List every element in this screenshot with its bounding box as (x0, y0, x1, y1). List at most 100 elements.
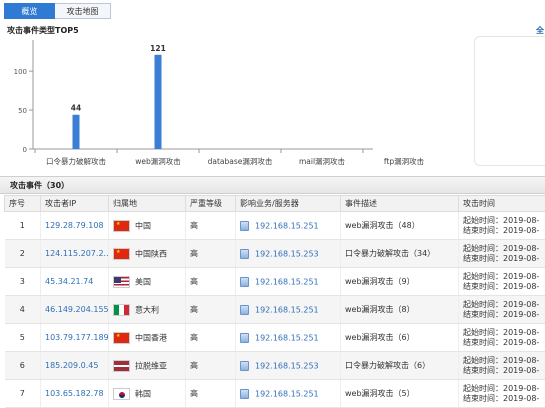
time-cell: 起始时间：2019-08-结束时间：2019-08- (459, 212, 545, 240)
country-flag-icon: ★ (113, 332, 130, 344)
time-cell: 起始时间：2019-08-结束时间：2019-08- (459, 268, 545, 296)
server-link[interactable]: 192.168.15.251 (255, 277, 319, 286)
row-index: 6 (5, 352, 41, 380)
right-panel-link[interactable]: 全 (536, 25, 544, 36)
server-link[interactable]: 192.168.15.251 (255, 305, 319, 314)
severity-cell: 高 (186, 240, 236, 268)
start-time: 起始时间：2019-08- (463, 384, 545, 394)
severity-cell: 高 (186, 380, 236, 408)
severity-cell: 高 (186, 212, 236, 240)
attacker-ip-link[interactable]: 45.34.21.74 (45, 277, 93, 286)
server-icon (240, 305, 249, 315)
attacker-ip-cell: 129.28.79.108 (41, 212, 109, 240)
col-header-index[interactable]: 序号 (5, 196, 41, 212)
x-tick-label: ftp漏洞攻击 (384, 156, 425, 166)
tab-overview[interactable]: 概览 (4, 3, 55, 19)
region-cell: ★中国香港 (109, 324, 186, 352)
time-cell: 起始时间：2019-08-结束时间：2019-08- (459, 380, 545, 408)
attacker-ip-link[interactable]: 129.28.79.108 (45, 221, 104, 230)
attacker-ip-link[interactable]: 103.65.182.78 (45, 389, 104, 398)
col-header-ip[interactable]: 攻击者IP (41, 196, 109, 212)
region-cell: 拉脱维亚 (109, 352, 186, 380)
country-flag-icon (113, 388, 130, 400)
tab-attack-map[interactable]: 攻击地图 (55, 3, 111, 19)
server-link[interactable]: 192.168.15.251 (255, 333, 319, 342)
server-cell: 192.168.15.251 (236, 296, 341, 324)
severity-cell: 高 (186, 268, 236, 296)
server-cell: 192.168.15.251 (236, 212, 341, 240)
region-label: 中国 (135, 221, 151, 230)
server-icon (240, 249, 249, 259)
x-tick-label: database漏洞攻击 (208, 156, 273, 166)
table-header-row: 序号 攻击者IP 归属地 严重等级 影响业务/服务器 事件描述 攻击时间 (5, 196, 545, 212)
bar-value-label: 121 (150, 44, 166, 53)
severity-cell: 高 (186, 324, 236, 352)
attacker-ip-link[interactable]: 124.115.207.2... (45, 249, 109, 258)
region-label: 美国 (135, 277, 151, 286)
events-section-header: 攻击事件（30） (0, 176, 545, 194)
end-time: 结束时间：2019-08- (463, 254, 545, 264)
region-label: 中国陕西 (135, 249, 167, 258)
right-panel (474, 36, 545, 166)
row-index: 5 (5, 324, 41, 352)
attacker-ip-cell: 103.79.177.189 (41, 324, 109, 352)
table-row[interactable]: 7103.65.182.78韩国高192.168.15.251web漏洞攻击（5… (5, 380, 545, 408)
country-flag-icon (113, 360, 130, 372)
y-tick-label: 0 (23, 146, 27, 154)
server-link[interactable]: 192.168.15.251 (255, 389, 319, 398)
region-label: 意大利 (135, 305, 159, 314)
severity-cell: 高 (186, 352, 236, 380)
start-time: 起始时间：2019-08- (463, 216, 545, 226)
y-tick-label: 100 (14, 68, 27, 76)
country-flag-icon (113, 276, 130, 288)
start-time: 起始时间：2019-08- (463, 272, 545, 282)
table-row[interactable]: 5103.79.177.189★中国香港高192.168.15.251web漏洞… (5, 324, 545, 352)
tab-bar: 概览 攻击地图 (0, 0, 545, 20)
col-header-time[interactable]: 攻击时间 (459, 196, 545, 212)
server-icon (240, 389, 249, 399)
server-cell: 192.168.15.251 (236, 268, 341, 296)
server-link[interactable]: 192.168.15.253 (255, 249, 319, 258)
attacker-ip-cell: 185.209.0.45 (41, 352, 109, 380)
server-cell: 192.168.15.253 (236, 352, 341, 380)
x-tick-label: web漏洞攻击 (135, 156, 181, 166)
attacker-ip-cell: 46.149.204.155 (41, 296, 109, 324)
server-cell: 192.168.15.253 (236, 240, 341, 268)
table-row[interactable]: 6185.209.0.45拉脱维亚高192.168.15.253口令暴力破解攻击… (5, 352, 545, 380)
attacker-ip-link[interactable]: 46.149.204.155 (45, 305, 109, 314)
description-cell: 口令暴力破解攻击（34） (341, 240, 459, 268)
col-header-region[interactable]: 归属地 (109, 196, 186, 212)
attacker-ip-link[interactable]: 103.79.177.189 (45, 333, 109, 342)
col-header-description[interactable]: 事件描述 (341, 196, 459, 212)
server-cell: 192.168.15.251 (236, 324, 341, 352)
attacker-ip-cell: 45.34.21.74 (41, 268, 109, 296)
bar-value-label: 44 (71, 104, 81, 113)
time-cell: 起始时间：2019-08-结束时间：2019-08- (459, 324, 545, 352)
description-cell: web漏洞攻击（5） (341, 380, 459, 408)
table-row[interactable]: 446.149.204.155意大利高192.168.15.251web漏洞攻击… (5, 296, 545, 324)
table-row[interactable]: 345.34.21.74美国高192.168.15.251web漏洞攻击（9）起… (5, 268, 545, 296)
row-index: 2 (5, 240, 41, 268)
server-link[interactable]: 192.168.15.251 (255, 221, 319, 230)
start-time: 起始时间：2019-08- (463, 328, 545, 338)
row-index: 1 (5, 212, 41, 240)
col-header-severity[interactable]: 严重等级 (186, 196, 236, 212)
start-time: 起始时间：2019-08- (463, 356, 545, 366)
col-header-server[interactable]: 影响业务/服务器 (236, 196, 341, 212)
table-row[interactable]: 1 129.28.79.108 ★ 中国 高 192.168.15.251 web漏洞攻击（… (5, 212, 545, 240)
region-cell: ★ 中国 (109, 212, 186, 240)
region-cell: 意大利 (109, 296, 186, 324)
description-cell: web漏洞攻击（48） (341, 212, 459, 240)
row-index: 4 (5, 296, 41, 324)
server-link[interactable]: 192.168.15.253 (255, 361, 319, 370)
country-flag-icon: ★ (113, 220, 130, 232)
server-icon (240, 221, 249, 231)
country-flag-icon (113, 304, 130, 316)
attacker-ip-link[interactable]: 185.209.0.45 (45, 361, 98, 370)
end-time: 结束时间：2019-08- (463, 394, 545, 404)
time-cell: 起始时间：2019-08-结束时间：2019-08- (459, 240, 545, 268)
table-row[interactable]: 2 124.115.207.2... ★ 中国陕西 高 192.168.15.253 口令暴… (5, 240, 545, 268)
events-table: 序号 攻击者IP 归属地 严重等级 影响业务/服务器 事件描述 攻击时间 1 12… (4, 195, 545, 408)
country-flag-icon: ★ (113, 248, 130, 260)
bar (73, 115, 80, 149)
